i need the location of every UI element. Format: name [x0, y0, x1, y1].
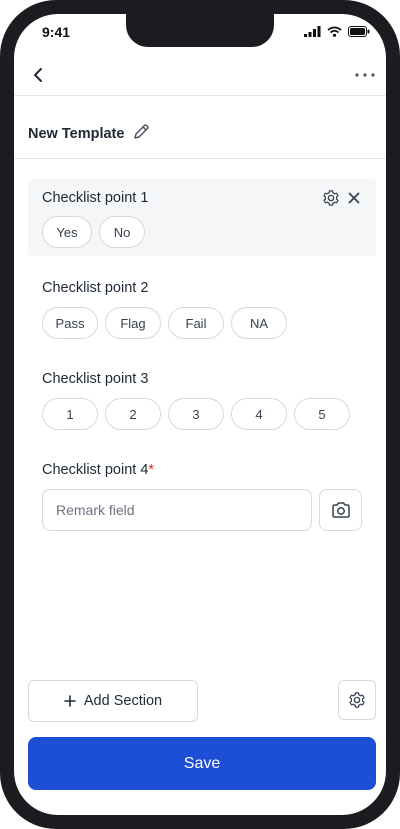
page-title: New Template: [28, 126, 125, 142]
checklist-point-text: Checklist point 4: [42, 462, 149, 478]
remark-input[interactable]: Remark field: [42, 489, 312, 531]
option-na[interactable]: NA: [231, 307, 287, 339]
nav-bar: [14, 58, 386, 96]
title-row: New Template: [14, 96, 386, 159]
option-5[interactable]: 5: [294, 398, 350, 430]
gear-icon[interactable]: [322, 189, 340, 207]
wifi-icon: [327, 26, 342, 37]
status-time: 9:41: [42, 24, 71, 40]
option-fail[interactable]: Fail: [168, 307, 224, 339]
option-yes[interactable]: Yes: [42, 216, 92, 248]
settings-button[interactable]: [338, 680, 376, 720]
phone-frame: 9:41 New Template Checklist point 1 Yes …: [0, 0, 400, 829]
checklist-point-label: Checklist point 4*: [42, 462, 154, 478]
checklist-point-label: Checklist point 3: [42, 371, 149, 387]
battery-icon: [348, 26, 370, 37]
edit-icon[interactable]: [132, 123, 150, 141]
gear-icon: [349, 692, 365, 708]
remark-placeholder: Remark field: [56, 502, 135, 518]
save-button[interactable]: Save: [28, 737, 376, 790]
camera-button[interactable]: [319, 489, 362, 531]
status-icons: [304, 26, 370, 37]
back-icon[interactable]: [30, 66, 48, 84]
option-no[interactable]: No: [99, 216, 145, 248]
option-2[interactable]: 2: [105, 398, 161, 430]
plus-icon: [64, 695, 76, 707]
add-section-button[interactable]: Add Section: [28, 680, 198, 722]
more-icon[interactable]: [354, 66, 376, 84]
checklist-point-label: Checklist point 1: [42, 190, 149, 206]
required-mark: *: [148, 462, 155, 478]
screen: 9:41 New Template Checklist point 1 Yes …: [14, 14, 386, 815]
option-flag[interactable]: Flag: [105, 307, 161, 339]
add-section-label: Add Section: [83, 693, 163, 709]
option-4[interactable]: 4: [231, 398, 287, 430]
close-icon[interactable]: [346, 190, 362, 206]
option-pass[interactable]: Pass: [42, 307, 98, 339]
option-1[interactable]: 1: [42, 398, 98, 430]
option-3[interactable]: 3: [168, 398, 224, 430]
notch: [126, 14, 274, 47]
checklist-point-label: Checklist point 2: [42, 280, 149, 296]
signal-icon: [304, 26, 321, 37]
camera-icon: [331, 502, 350, 518]
